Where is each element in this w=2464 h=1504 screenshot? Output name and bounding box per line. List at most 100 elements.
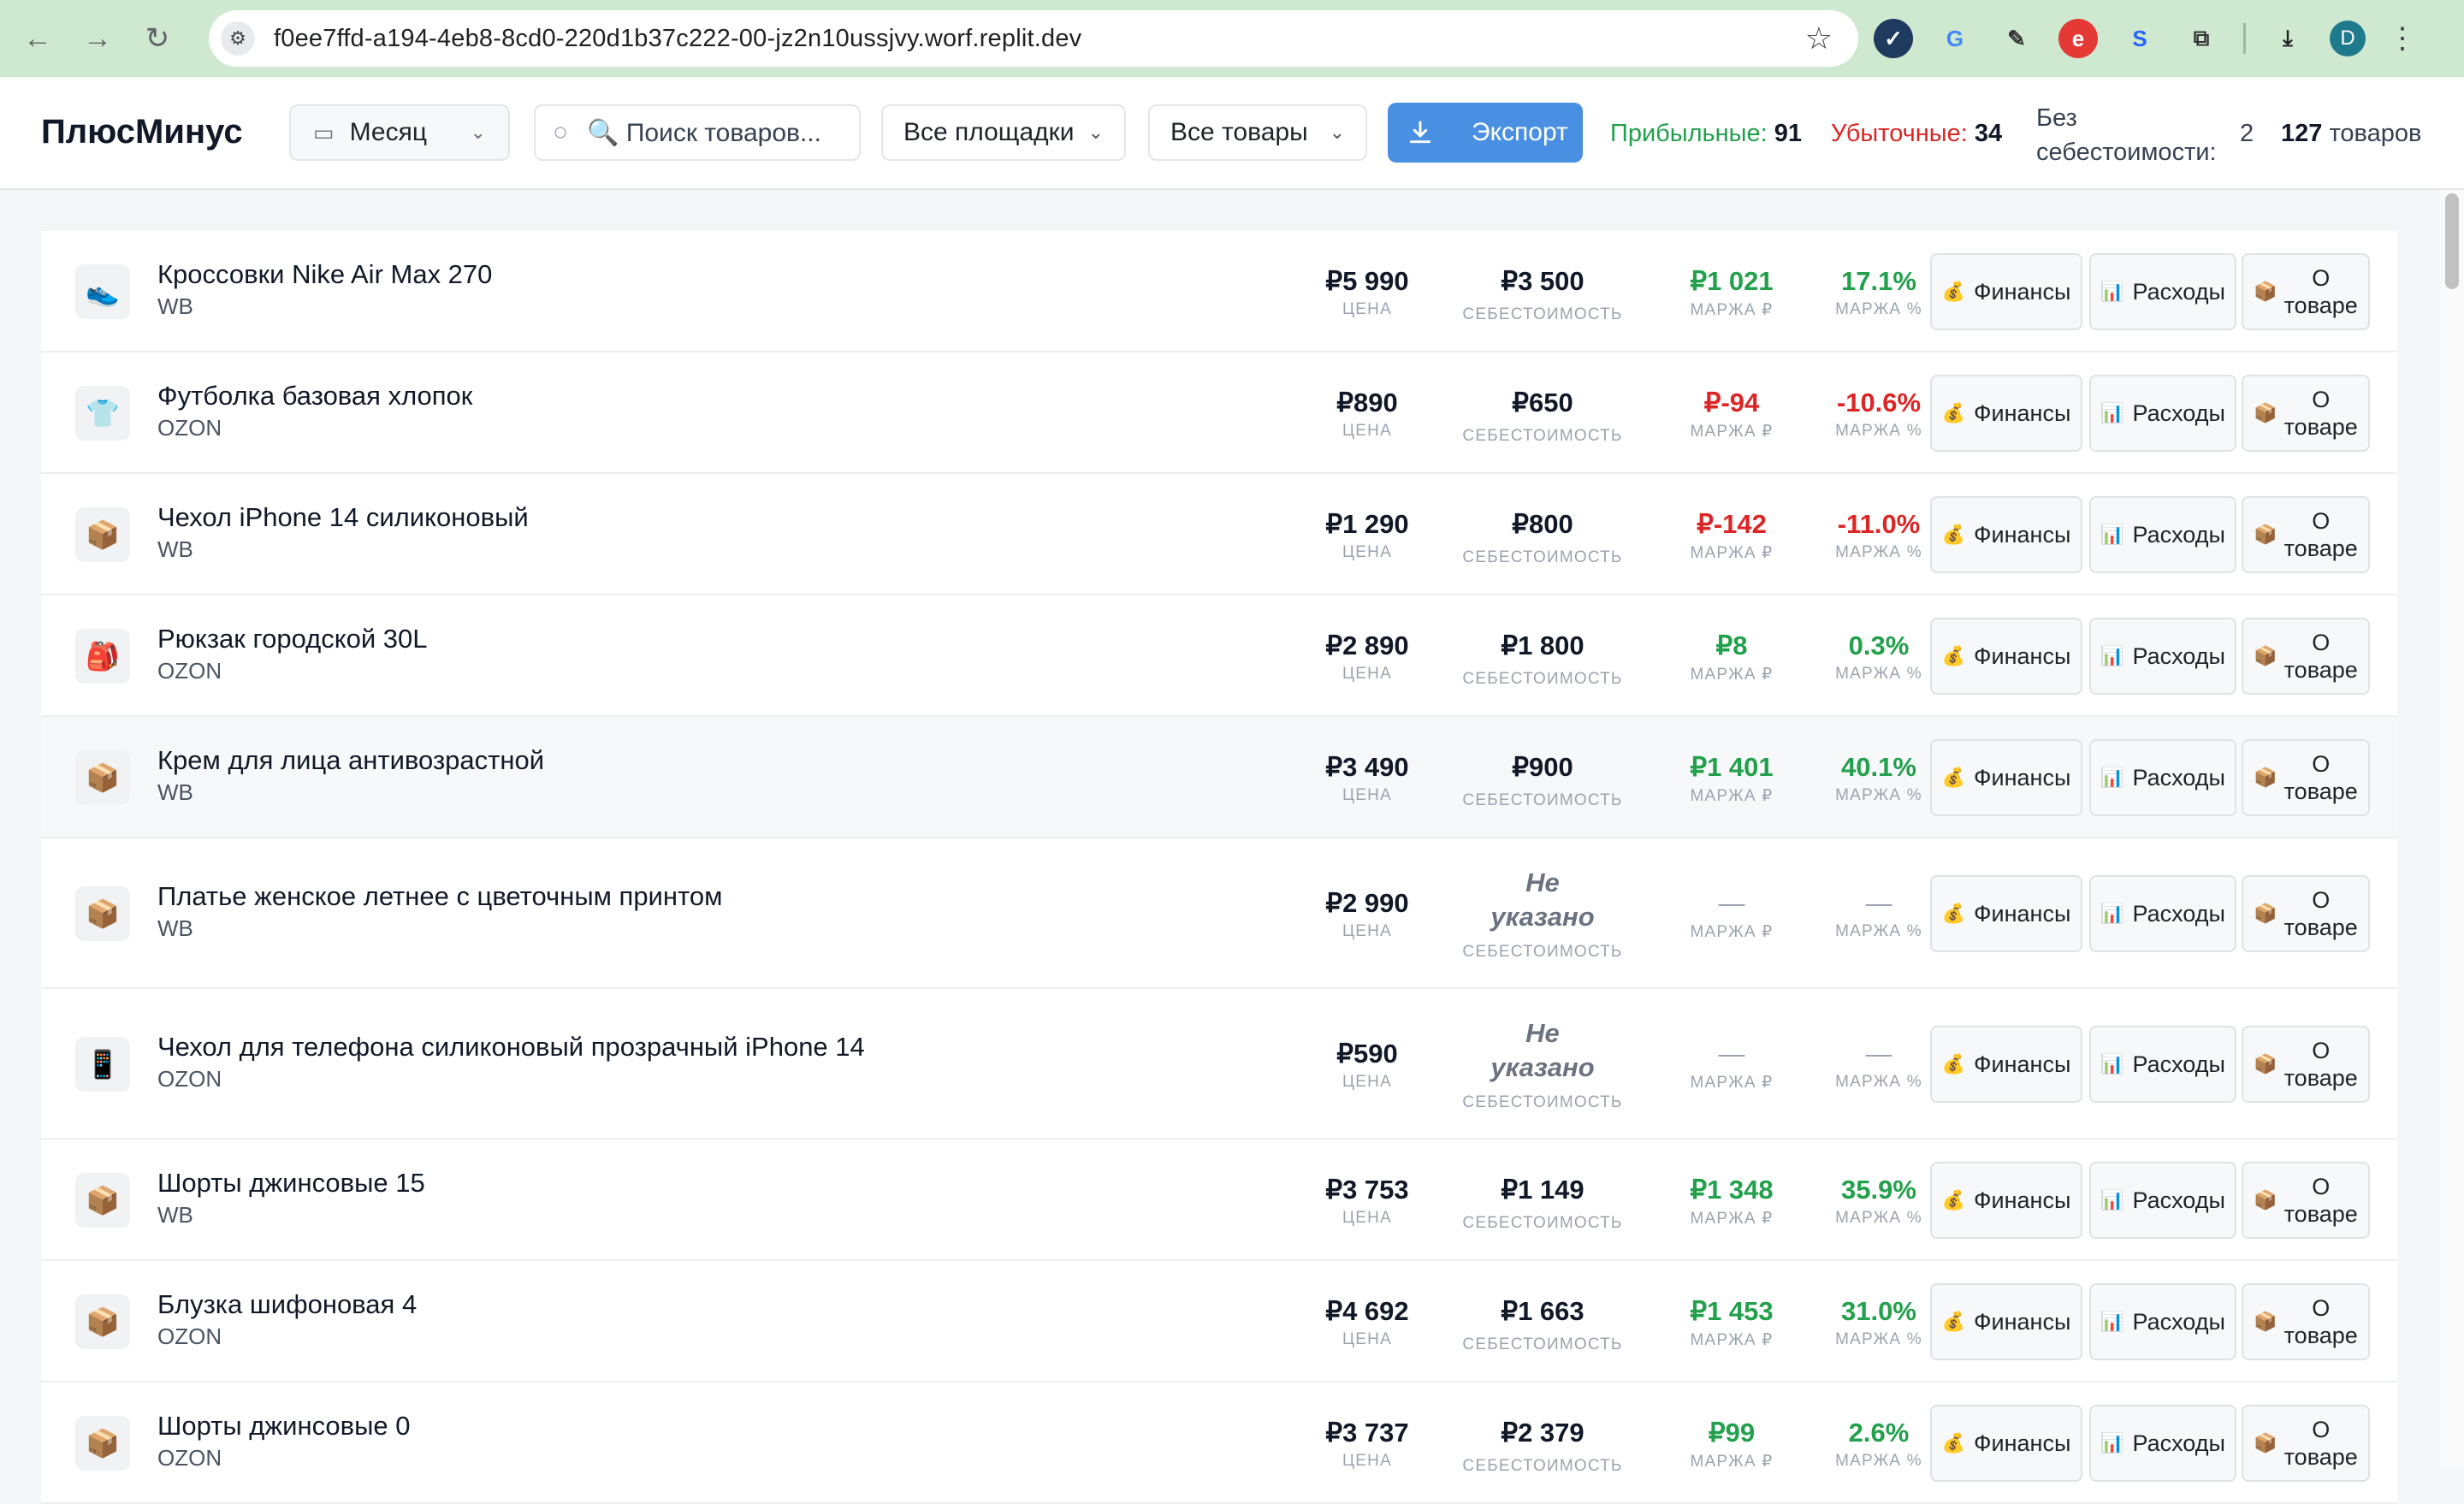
product-row[interactable]: 📱 Чехол для телефона силиконовый прозрачн… bbox=[41, 989, 2397, 1140]
product-name[interactable]: Блузка шифоновая 4 bbox=[157, 1289, 417, 1320]
scrollbar[interactable] bbox=[2440, 190, 2464, 1466]
profile-avatar[interactable]: D bbox=[2330, 21, 2366, 56]
finance-button[interactable]: 💰 Финансы bbox=[1930, 618, 2082, 695]
product-row[interactable]: 👕 Футболка базовая хлопок OZON ₽890 ЦЕНА ₽650… bbox=[41, 352, 2397, 474]
product-row[interactable]: 📦 Платье женское летнее с цветочным принт… bbox=[41, 838, 2397, 989]
site-settings-icon[interactable]: ⚙ bbox=[221, 21, 255, 56]
product-name[interactable]: Кроссовки Nike Air Max 270 bbox=[157, 259, 492, 290]
finance-button[interactable]: 💰 Финансы bbox=[1930, 496, 2082, 573]
translate-extension-icon[interactable]: G bbox=[1935, 19, 1975, 58]
about-product-button[interactable]: 📦 Отоваре bbox=[2242, 1026, 2370, 1103]
finance-button[interactable]: 💰 Финансы bbox=[1930, 1162, 2082, 1239]
product-list: 👟 Кроссовки Nike Air Max 270 WB ₽5 990 ЦЕНА ₽… bbox=[41, 231, 2397, 1504]
menu-icon[interactable]: ⋮ bbox=[2388, 21, 2417, 56]
product-marketplace: WB bbox=[157, 536, 193, 562]
product-row[interactable]: 👟 Кроссовки Nike Air Max 270 WB ₽5 990 ЦЕНА ₽… bbox=[41, 231, 2397, 352]
expenses-button[interactable]: 📊 Расходы bbox=[2089, 1162, 2236, 1239]
period-select[interactable]: ▭ Месяц ⌄ bbox=[289, 104, 510, 161]
product-marketplace: WB bbox=[157, 293, 193, 319]
finance-button[interactable]: 💰 Финансы bbox=[1930, 739, 2082, 816]
expenses-label: Расходы bbox=[2132, 764, 2225, 790]
finance-button[interactable]: 💰 Финансы bbox=[1930, 1026, 2082, 1103]
product-margin-rub: ₽99 bbox=[1708, 1418, 1756, 1448]
address-bar[interactable]: ⚙ f0ee7ffd-a194-4eb8-8cd0-220d1b37c222-0… bbox=[209, 10, 1858, 67]
marketplace-select[interactable]: Все площадки ⌄ bbox=[881, 104, 1126, 161]
scrollbar-thumb[interactable] bbox=[2445, 193, 2459, 289]
product-thumbnail: 👕 bbox=[75, 386, 130, 441]
product-row[interactable]: 📦 Блузка шифоновая 4 OZON ₽4 692 ЦЕНА ₽1 663 С… bbox=[41, 1261, 2397, 1383]
finance-button[interactable]: 💰 Финансы bbox=[1930, 875, 2082, 952]
about-product-button[interactable]: 📦 Отоваре bbox=[2242, 375, 2370, 452]
product-name[interactable]: Шорты джинсовые 15 bbox=[157, 1168, 425, 1199]
margin-rub-cell: ₽99 МАРЖА ₽ bbox=[1646, 1418, 1817, 1471]
about-label-line2: товаре bbox=[2283, 657, 2358, 683]
about-product-button[interactable]: 📦 Отоваре bbox=[2242, 253, 2370, 330]
product-thumbnail: 📦 bbox=[75, 1416, 130, 1471]
product-name[interactable]: Рюкзак городской 30L bbox=[157, 624, 428, 654]
checkmark-extension-icon[interactable]: ✓ bbox=[1874, 19, 1913, 58]
expenses-button[interactable]: 📊 Расходы bbox=[2089, 875, 2236, 952]
finance-button[interactable]: 💰 Финансы bbox=[1930, 375, 2082, 452]
margin-rub-caption: МАРЖА ₽ bbox=[1690, 923, 1774, 941]
about-product-button[interactable]: 📦 Отоваре bbox=[2242, 739, 2370, 816]
product-cost: ₽3 500 bbox=[1501, 266, 1584, 296]
expenses-button[interactable]: 📊 Расходы bbox=[2089, 1026, 2236, 1103]
loss-label: Убыточные: bbox=[1831, 120, 1968, 147]
reload-icon[interactable]: ↻ bbox=[133, 15, 181, 62]
about-product-button[interactable]: 📦 Отоваре bbox=[2242, 496, 2370, 573]
extensions-bar: ✓ G ✎ e S ⧉ ⤓ D ⋮ bbox=[1874, 15, 2417, 62]
s-extension-icon[interactable]: S bbox=[2120, 19, 2159, 58]
about-product-button[interactable]: 📦 Отоваре bbox=[2242, 1283, 2370, 1360]
product-name[interactable]: Чехол для телефона силиконовый прозрачны… bbox=[157, 1032, 865, 1063]
expenses-button[interactable]: 📊 Расходы bbox=[2089, 739, 2236, 816]
package-icon: 📦 bbox=[2254, 1311, 2277, 1332]
extensions-icon[interactable]: ⧉ bbox=[2182, 19, 2221, 58]
cost-caption: СЕБЕСТОИМОСТЬ bbox=[1462, 305, 1623, 323]
expenses-button[interactable]: 📊 Расходы bbox=[2089, 618, 2236, 695]
cost-caption: СЕБЕСТОИМОСТЬ bbox=[1462, 791, 1623, 809]
product-name[interactable]: Платье женское летнее с цветочным принто… bbox=[157, 881, 722, 912]
product-row[interactable]: 📦 Чехол iPhone 14 силиконовый WB ₽1 290 ЦЕНА… bbox=[41, 474, 2397, 595]
tool-extension-icon[interactable]: ✎ bbox=[1997, 19, 2036, 58]
back-icon[interactable]: ← bbox=[14, 15, 62, 62]
product-filter-label: Все товары bbox=[1170, 118, 1308, 146]
expenses-label: Расходы bbox=[2132, 521, 2225, 548]
export-label: Экспорт bbox=[1472, 118, 1568, 146]
product-row[interactable]: 📦 Шорты джинсовые 0 OZON ₽3 737 ЦЕНА ₽2 379 СЕ… bbox=[41, 1383, 2397, 1504]
product-marketplace: WB bbox=[157, 779, 193, 805]
product-row[interactable]: 📦 Шорты джинсовые 15 WB ₽3 753 ЦЕНА ₽1 149 СЕБ… bbox=[41, 1140, 2397, 1261]
product-thumbnail: 👟 bbox=[75, 264, 130, 319]
expenses-button[interactable]: 📊 Расходы bbox=[2089, 253, 2236, 330]
search-input[interactable]: ○ 🔍 Поиск товаров... bbox=[534, 104, 861, 161]
product-name[interactable]: Крем для лица антивозрастной bbox=[157, 745, 544, 776]
about-product-button[interactable]: 📦 Отоваре bbox=[2242, 875, 2370, 952]
product-row[interactable]: 📦 Крем для лица антивозрастной WB ₽3 490 ЦЕН… bbox=[41, 717, 2397, 838]
export-button[interactable]: Экспорт bbox=[1388, 103, 1583, 163]
app-logo[interactable]: ПлюсМинус bbox=[41, 113, 243, 151]
url-text[interactable]: f0ee7ffd-a194-4eb8-8cd0-220d1b37c222-00-… bbox=[274, 25, 1081, 53]
finance-button[interactable]: 💰 Финансы bbox=[1930, 1405, 2082, 1482]
finance-button[interactable]: 💰 Финансы bbox=[1930, 1283, 2082, 1360]
expenses-button[interactable]: 📊 Расходы bbox=[2089, 375, 2236, 452]
product-row[interactable]: 🎒 Рюкзак городской 30L OZON ₽2 890 ЦЕНА ₽1 80… bbox=[41, 595, 2397, 717]
product-name[interactable]: Шорты джинсовые 0 bbox=[157, 1411, 411, 1442]
product-filter-select[interactable]: Все товары ⌄ bbox=[1148, 104, 1367, 161]
expenses-button[interactable]: 📊 Расходы bbox=[2089, 496, 2236, 573]
product-margin-rub: ₽1 401 bbox=[1690, 752, 1774, 782]
star-icon[interactable]: ☆ bbox=[1805, 21, 1833, 56]
expenses-button[interactable]: 📊 Расходы bbox=[2089, 1405, 2236, 1482]
about-product-button[interactable]: 📦 Отоваре bbox=[2242, 1405, 2370, 1482]
cost-cell: Не указано СЕБЕСТОИМОСТЬ bbox=[1427, 866, 1658, 962]
product-name[interactable]: Чехол iPhone 14 силиконовый bbox=[157, 502, 529, 533]
expenses-button[interactable]: 📊 Расходы bbox=[2089, 1283, 2236, 1360]
money-bag-icon: 💰 bbox=[1941, 767, 1966, 788]
about-product-button[interactable]: 📦 Отоваре bbox=[2242, 618, 2370, 695]
download-icon[interactable]: ⤓ bbox=[2268, 19, 2307, 58]
forward-icon[interactable]: → bbox=[74, 15, 121, 62]
about-product-button[interactable]: 📦 Отоваре bbox=[2242, 1162, 2370, 1239]
expenses-label: Расходы bbox=[2132, 278, 2225, 305]
finance-button[interactable]: 💰 Финансы bbox=[1930, 253, 2082, 330]
e-extension-icon[interactable]: e bbox=[2058, 19, 2098, 58]
period-label: Месяц bbox=[349, 118, 428, 146]
product-name[interactable]: Футболка базовая хлопок bbox=[157, 381, 472, 412]
